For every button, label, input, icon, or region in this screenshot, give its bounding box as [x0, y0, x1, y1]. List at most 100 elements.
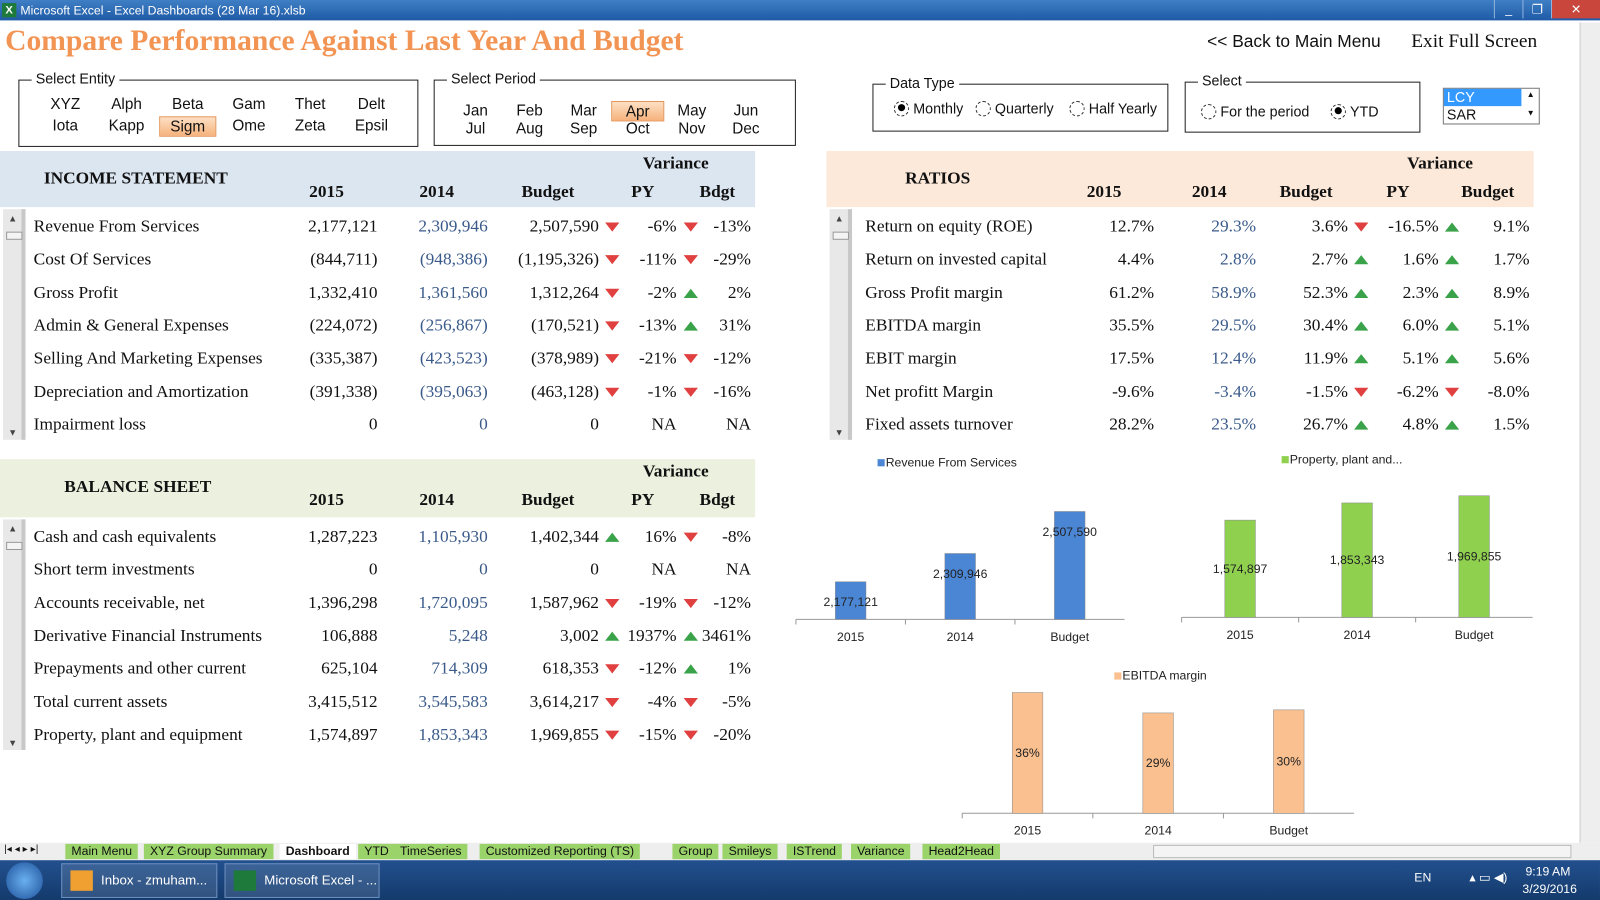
minimize-button[interactable]: _: [1493, 0, 1523, 19]
scroll-up-icon[interactable]: ▲: [8, 213, 17, 223]
period-jun[interactable]: Jun: [719, 101, 772, 121]
currency-option-sar[interactable]: SAR: [1444, 106, 1522, 123]
period-oct[interactable]: Oct: [611, 119, 664, 139]
row-label: Selling And Marketing Expenses: [33, 348, 263, 368]
entity-epsil[interactable]: Epsil: [343, 116, 400, 136]
language-indicator[interactable]: EN: [1414, 870, 1431, 884]
radio-label: Half Yearly: [1088, 99, 1158, 117]
period-aug[interactable]: Aug: [503, 119, 556, 139]
variance-budget: 9.1%: [1493, 216, 1530, 236]
entity-kapp[interactable]: Kapp: [98, 116, 155, 136]
income-title: INCOME STATEMENT: [43, 168, 228, 188]
currency-option-lcy[interactable]: LCY: [1443, 88, 1522, 107]
taskbar-outlook[interactable]: Inbox - zmuham...: [61, 863, 218, 898]
scroll-down-icon[interactable]: ▼: [1527, 108, 1535, 117]
exit-full-screen-button[interactable]: Exit Full Screen: [1411, 31, 1537, 53]
sheet-tab-xyz-group-summary[interactable]: XYZ Group Summary: [143, 843, 274, 860]
restore-button[interactable]: ❐: [1522, 0, 1551, 19]
tray-icons[interactable]: ▴ ▭ ◀): [1469, 870, 1507, 884]
ratios-scrollbar[interactable]: ▲ ▼: [829, 209, 853, 440]
scroll-down-icon[interactable]: ▼: [835, 428, 844, 438]
row-label: EBITDA margin: [865, 315, 982, 335]
value-2014: (423,523): [419, 348, 488, 368]
column-header: 2014: [419, 489, 455, 510]
sheet-tab-ytd[interactable]: YTD: [358, 843, 395, 860]
scroll-thumb[interactable]: [6, 231, 23, 240]
period-dec[interactable]: Dec: [719, 119, 772, 139]
value-2014: 2,309,946: [418, 216, 488, 236]
category-label: Budget: [1455, 628, 1494, 642]
sheet-tab-main-menu[interactable]: Main Menu: [65, 843, 139, 860]
value-2015: 0: [368, 414, 378, 434]
balance-scrollbar[interactable]: ▲ ▼: [3, 519, 26, 751]
sheet-tab-dashboard[interactable]: Dashboard: [279, 843, 356, 860]
entity-sigm[interactable]: Sigm: [159, 116, 217, 137]
sheet-tab-head2head[interactable]: Head2Head: [922, 843, 1001, 860]
row-label: Depreciation and Amortization: [33, 381, 249, 401]
radio-label: For the period: [1220, 103, 1310, 120]
currency-listbox[interactable]: LCY SAR ▲ ▼: [1442, 87, 1540, 125]
entity-thet[interactable]: Thet: [282, 95, 339, 115]
arrow-up-icon: [683, 288, 698, 298]
value-2014: 3,545,583: [418, 691, 488, 711]
scroll-up-icon[interactable]: ▲: [8, 523, 17, 533]
radio-half-yearly[interactable]: Half Yearly: [1069, 100, 1157, 116]
radio-quarterly[interactable]: Quarterly: [975, 100, 1054, 116]
scroll-thumb[interactable]: [832, 231, 849, 240]
entity-delt[interactable]: Delt: [343, 95, 400, 115]
income-scrollbar[interactable]: ▲ ▼: [3, 209, 26, 440]
value-2015: 106,888: [321, 625, 378, 645]
scroll-down-icon[interactable]: ▼: [8, 428, 17, 438]
scroll-down-icon[interactable]: ▼: [8, 738, 17, 748]
sheet-tab-istrend[interactable]: ISTrend: [786, 843, 843, 860]
period-mar[interactable]: Mar: [557, 101, 610, 121]
category-label: 2014: [1145, 824, 1172, 838]
close-button[interactable]: ✕: [1551, 0, 1600, 19]
table-row: Gross Profit 1,332,410 1,361,560 1,312,264-…: [34, 282, 789, 309]
horizontal-scrollbar[interactable]: [1153, 844, 1572, 859]
scroll-thumb[interactable]: [6, 541, 23, 550]
start-button[interactable]: [6, 862, 43, 899]
table-row: Gross Profit margin 61.2% 58.9% 52.3% 2.3% 8.…: [865, 282, 1572, 309]
table-row: Cost Of Services (844,711) (948,386) (1,195…: [34, 249, 789, 276]
period-sep[interactable]: Sep: [557, 119, 610, 139]
arrow-down-icon: [605, 387, 620, 397]
scroll-up-icon[interactable]: ▲: [835, 213, 844, 223]
entity-iota[interactable]: Iota: [37, 116, 94, 136]
sheet-tab-timeseries[interactable]: TimeSeries: [393, 843, 468, 860]
sheet-tab-customized-reporting-ts-[interactable]: Customized Reporting (TS): [479, 843, 641, 860]
entity-gam[interactable]: Gam: [220, 95, 277, 115]
entity-xyz[interactable]: XYZ: [37, 95, 94, 115]
radio-ytd[interactable]: YTD: [1330, 103, 1379, 119]
period-jul[interactable]: Jul: [449, 119, 502, 139]
period-feb[interactable]: Feb: [503, 101, 556, 121]
entity-zeta[interactable]: Zeta: [282, 116, 339, 136]
period-apr[interactable]: Apr: [611, 101, 665, 122]
entity-beta[interactable]: Beta: [159, 95, 216, 115]
value-2015: 3,415,512: [308, 691, 378, 711]
column-header: 2015: [309, 489, 344, 510]
sheet-tab-group[interactable]: Group: [672, 843, 719, 860]
back-to-main-menu-button[interactable]: << Back to Main Menu: [1207, 32, 1381, 52]
sheet-tab-variance[interactable]: Variance: [851, 843, 911, 860]
entity-alph[interactable]: Alph: [98, 95, 155, 115]
arrow-down-icon: [605, 321, 620, 331]
sheet-tab-smileys[interactable]: Smileys: [722, 843, 778, 860]
scroll-up-icon[interactable]: ▲: [1527, 90, 1535, 99]
row-label: EBIT margin: [865, 348, 957, 368]
period-nov[interactable]: Nov: [665, 119, 718, 139]
radio-for-the-period[interactable]: For the period: [1201, 103, 1309, 119]
outlook-icon: [70, 870, 93, 891]
category-label: 2015: [1227, 628, 1254, 642]
arrow-up-icon: [1444, 288, 1460, 298]
radio-monthly[interactable]: Monthly: [893, 100, 963, 116]
period-may[interactable]: May: [665, 101, 718, 121]
entity-ome[interactable]: Ome: [220, 116, 277, 136]
tab-nav-arrows-icon[interactable]: |◂ ◂ ▸ ▸|: [4, 844, 38, 855]
table-row: Return on equity (ROE) 12.7% 29.3% 3.6% -16.…: [865, 216, 1572, 243]
taskbar-excel[interactable]: Microsoft Excel - ...: [224, 863, 380, 898]
vertical-scrollbar[interactable]: [1579, 22, 1600, 843]
category-label: 2014: [947, 630, 974, 644]
value-2015: 28.2%: [1109, 414, 1155, 434]
period-jan[interactable]: Jan: [449, 101, 502, 121]
